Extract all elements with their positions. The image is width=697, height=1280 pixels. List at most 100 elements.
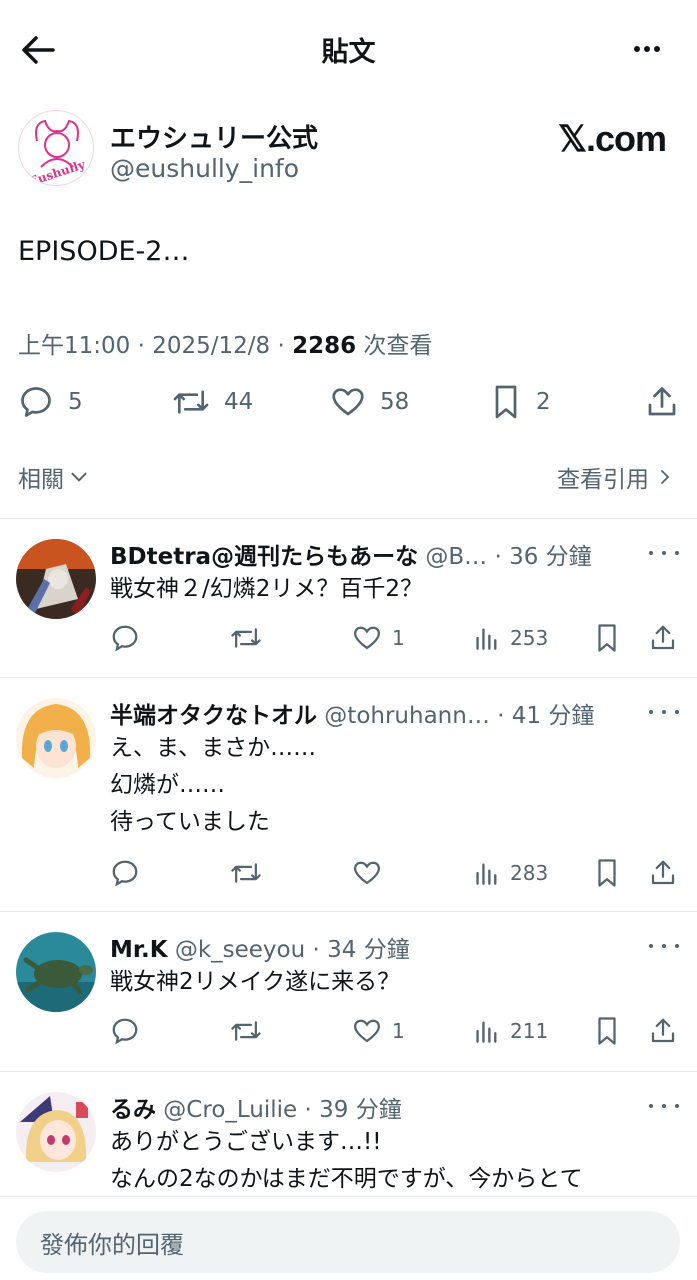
reply-item[interactable]: 半端オタクなトオル @tohruhann… · 41 分鐘 え、ま、まさか…… … [0,678,697,911]
like-count: 58 [380,389,410,415]
bookmark-count: 2 [536,389,551,415]
bookmark-icon [598,1017,616,1045]
repost-icon [231,863,261,883]
repost-button[interactable] [230,1016,272,1046]
views-button[interactable]: 211 [474,1016,548,1046]
share-button[interactable] [648,623,688,653]
view-count: 2286 [292,333,357,359]
post-actions: 5 44 58 2 [0,380,697,424]
top-bar: 貼文 [0,0,697,100]
avatar[interactable]: Eushully [18,110,94,186]
author-handle[interactable]: @eushully_info [110,154,299,183]
like-button[interactable]: 58 [330,380,409,424]
reply-line: 戦女神２/幻燐2リメ？百千2？ [110,576,424,602]
reply-text: ありがとうございます…!! なんの2なのかはまだ不明ですが、今からとて [110,1124,583,1196]
analytics-icon [476,1021,497,1043]
bookmark-icon [598,859,616,887]
reply-text: え、ま、まさか…… 幻燐が…… 待っていました [110,730,316,841]
reply-header: Mr.K @k_seeyou · 34 分鐘 [110,930,640,964]
reply-item[interactable]: BDtetra@週刊たらもあーな @B… · 36 分鐘 戦女神２/幻燐2リメ？… [0,519,697,676]
reply-author-name[interactable]: るみ [110,1097,156,1123]
share-button[interactable] [648,1016,688,1046]
comment-icon [112,860,138,887]
reply-button[interactable]: 5 [18,380,83,424]
share-button[interactable] [644,380,694,424]
reply-more-button[interactable] [649,940,679,952]
reply-more-button[interactable] [649,706,679,718]
views-button[interactable]: 283 [474,858,548,888]
view-quotes-link[interactable]: 查看引用 [557,460,675,494]
avatar[interactable] [16,539,96,619]
bookmark-button[interactable] [594,858,630,888]
reply-handle-time[interactable]: @B… · 36 分鐘 [418,544,591,570]
analytics-icon [476,863,497,885]
post-text: EPISODE-2… [18,236,190,267]
reply-item[interactable]: Mr.K @k_seeyou · 34 分鐘 戦女神2リメイク遂に来る？ 1 2… [0,912,697,1070]
repost-count: 44 [224,389,254,415]
comment-icon [21,387,51,417]
like-button[interactable]: 1 [352,1016,405,1046]
heart-icon [353,626,381,650]
avatar[interactable] [16,932,96,1012]
reply-handle-time[interactable]: @k_seeyou · 34 分鐘 [168,937,410,963]
bookmark-button[interactable] [594,623,630,653]
like-button[interactable]: 1 [352,623,405,653]
chevron-right-icon [661,470,670,484]
reply-handle-time[interactable]: @tohruhann… · 41 分鐘 [317,703,594,729]
share-icon [648,387,676,416]
reply-button[interactable] [110,1016,150,1046]
reply-author-name[interactable]: BDtetra@週刊たらもあーな [110,544,418,570]
author-name[interactable]: エウシュリー公式 [110,118,318,155]
bookmark-icon [495,385,517,419]
repost-icon [231,1021,261,1041]
eushully-logo-icon: Eushully [21,113,93,185]
bookmark-icon [598,624,616,652]
repost-button[interactable] [230,858,272,888]
avatar-image-icon [16,1092,96,1172]
avatar-image-icon [16,698,96,778]
reply-line: なんの2なのかはまだ不明ですが、今からとて [110,1166,583,1192]
view-label: 次查看 [356,333,433,359]
reply-line: 待っていました [110,809,270,835]
x-com-logo: 𝕏.com [557,118,667,159]
bookmark-button[interactable]: 2 [490,380,551,424]
reply-author-name[interactable]: Mr.K [110,937,168,963]
repost-icon [173,390,209,414]
reply-text: 戦女神2リメイク遂に来る？ [110,964,400,1001]
avatar[interactable] [16,1092,96,1172]
share-button[interactable] [648,858,688,888]
views-button[interactable]: 253 [474,623,548,653]
reply-button[interactable] [110,858,150,888]
reply-composer-bar: 發佈你的回覆 [0,1196,697,1280]
like-count: 1 [392,1019,405,1043]
reply-input-placeholder: 發佈你的回覆 [40,1230,184,1259]
post-timestamp: 上午11:00 · 2025/12/8 · [18,333,293,359]
heart-icon [332,388,364,416]
reply-item[interactable]: るみ @Cro_Luilie · 39 分鐘 ありがとうございます…!! なんの… [0,1072,697,1196]
reply-actions: 283 [0,858,697,888]
reply-input[interactable]: 發佈你的回覆 [16,1211,680,1273]
post-meta: 上午11:00 · 2025/12/8 · 2286 次查看 [18,326,432,360]
bookmark-button[interactable] [594,1016,630,1046]
reply-button[interactable] [110,623,150,653]
more-options-button[interactable] [627,34,667,64]
reply-header: 半端オタクなトオル @tohruhann… · 41 分鐘 [110,696,640,730]
reply-line: 幻燐が…… [110,772,225,798]
like-button[interactable] [352,858,392,888]
dot-icon [644,46,650,52]
reply-actions: 1 253 [0,623,697,653]
related-dropdown[interactable]: 相關 [18,460,90,494]
share-icon [651,1018,675,1043]
repost-button[interactable]: 44 [172,380,253,424]
avatar[interactable] [16,698,96,778]
reply-text: 戦女神２/幻燐2リメ？百千2？ [110,571,423,608]
reply-more-button[interactable] [649,547,679,559]
reply-handle-time[interactable]: @Cro_Luilie · 39 分鐘 [156,1097,401,1123]
reply-more-button[interactable] [649,1100,679,1112]
reply-actions: 1 211 [0,1016,697,1046]
reply-header: BDtetra@週刊たらもあーな @B… · 36 分鐘 [110,537,640,571]
repost-button[interactable] [230,623,272,653]
avatar-image-icon [16,932,96,1012]
analytics-icon [476,628,497,650]
reply-author-name[interactable]: 半端オタクなトオル [110,703,317,729]
